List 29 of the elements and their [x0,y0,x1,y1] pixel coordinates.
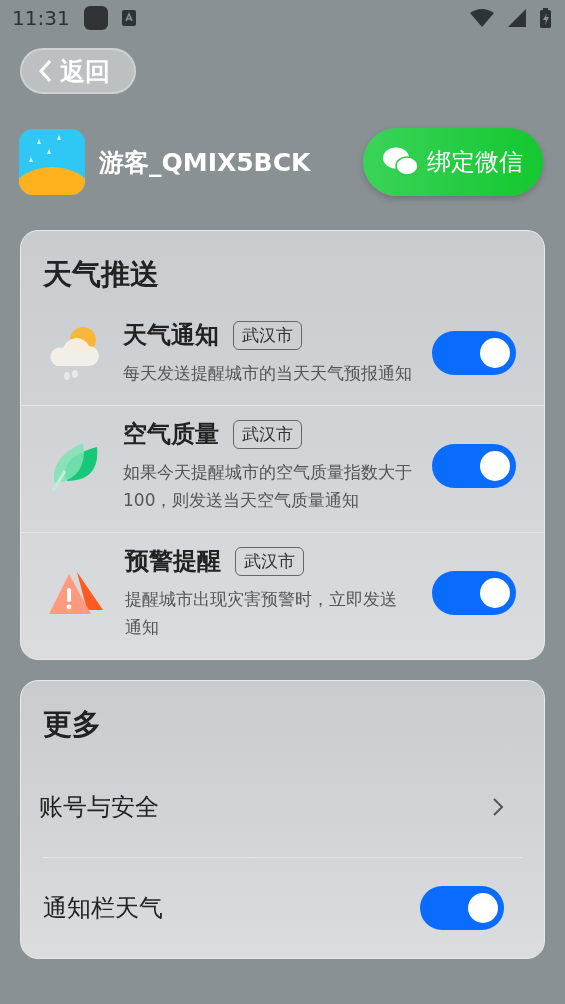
city-tag: 武汉市 [235,546,304,576]
setting-description: 如果今天提醒城市的空气质量指数大于100，则发送当天空气质量通知 [123,461,412,512]
chevron-left-icon [38,59,52,83]
toggle-switch[interactable] [432,444,516,488]
chat-bubbles-icon [383,147,419,177]
user-name: 游客_QMIX5BCK [99,146,312,179]
menu-item[interactable]: 通知栏天气 [43,892,163,924]
status-time: 11:31 [12,6,70,30]
section-title: 更多 [42,706,102,743]
setting-description: 每天发送提醒城市的当天天气预报通知 [123,362,412,385]
chevron-right-icon [492,797,504,817]
setting-title: 空气质量 [123,419,219,450]
menu-item[interactable]: 账号与安全 [39,791,159,823]
toggle-switch[interactable] [420,886,504,930]
setting-title: 天气通知 [123,320,219,351]
toggle-switch[interactable] [432,571,516,615]
keyboard-icon [121,10,136,26]
battery-icon [540,8,551,28]
wifi-icon [470,9,494,27]
setting-description: 提醒城市出现灾害预警时，立即发送通知 [125,588,398,639]
city-tag: 武汉市 [233,419,302,449]
setting-title: 预警提醒 [125,546,221,577]
signal-icon [508,9,526,27]
city-tag: 武汉市 [233,320,302,350]
section-title: 天气推送 [42,256,160,293]
app-square-icon [83,6,108,30]
umbrella-rain-icon [19,129,85,195]
warning-icon [47,570,105,616]
toggle-switch[interactable] [432,331,516,375]
